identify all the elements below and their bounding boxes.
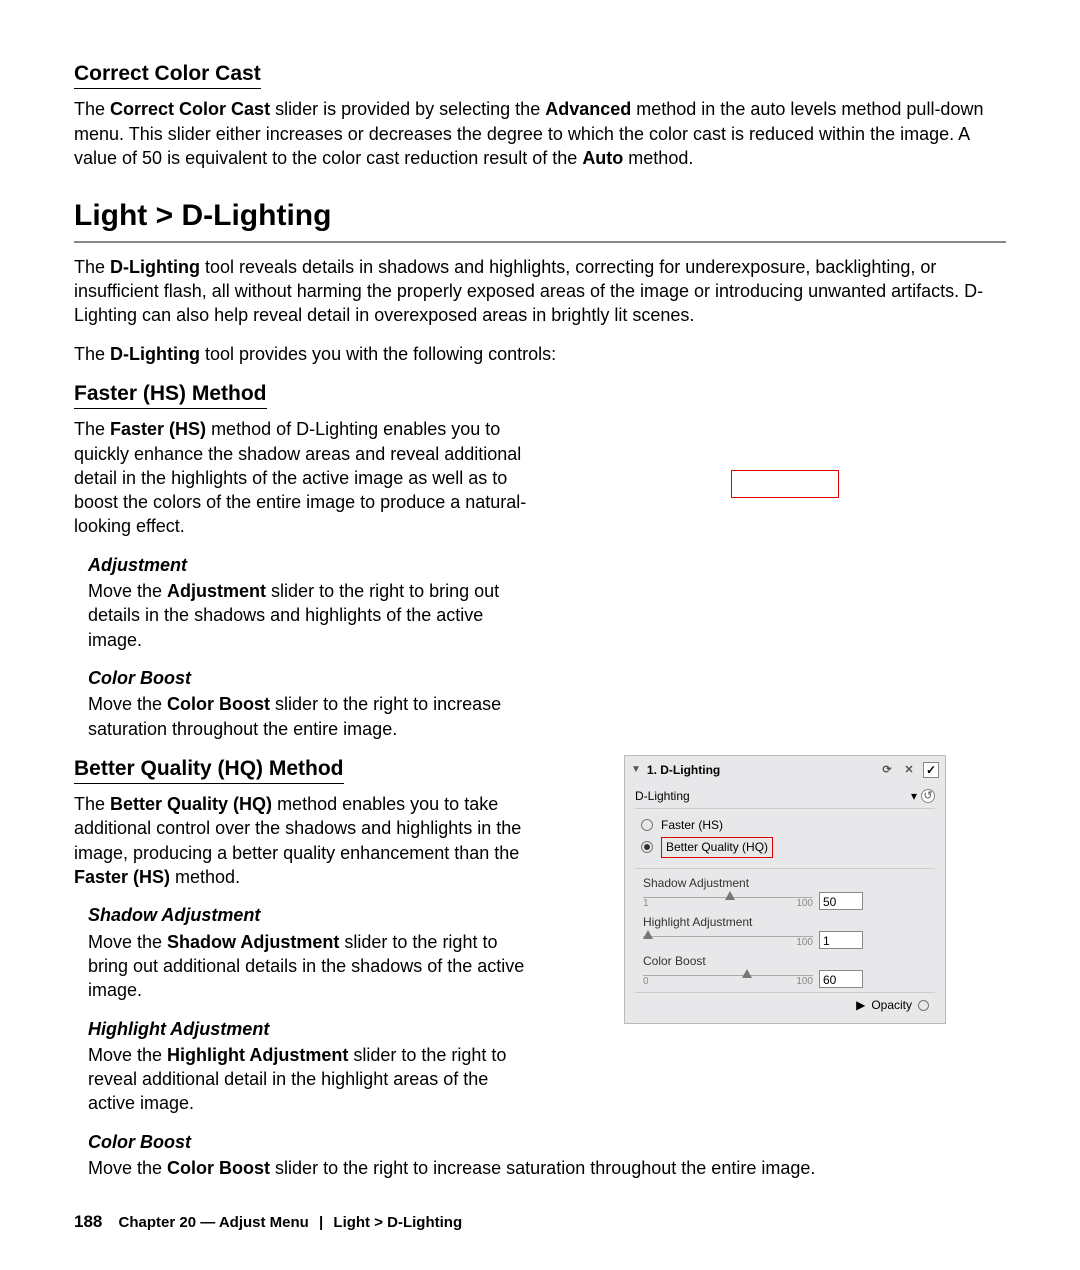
para-dlighting-controls: The D-Lighting tool provides you with th…	[74, 342, 1006, 366]
para-dlighting-intro: The D-Lighting tool reveals details in s…	[74, 255, 1006, 328]
slider-thumb[interactable]	[742, 969, 752, 978]
slider-highlight-adjustment: Highlight Adjustment 100 1	[635, 914, 935, 949]
slider-value-input[interactable]: 50	[819, 892, 863, 910]
page-footer: 188 Chapter 20 — Adjust Menu | Light > D…	[74, 1211, 1006, 1234]
para-faster-hs: The Faster (HS) method of D-Lighting ena…	[74, 417, 534, 538]
slider-value-input[interactable]: 60	[819, 970, 863, 988]
slider-thumb[interactable]	[725, 891, 735, 900]
opacity-radio-icon	[918, 1000, 929, 1011]
reset-dropdown-icon[interactable]: ↺	[921, 789, 935, 803]
collapse-icon[interactable]: ▼	[631, 763, 641, 777]
radio-hq-highlight: Better Quality (HQ)	[661, 837, 773, 857]
divider	[74, 241, 1006, 243]
enable-checkbox[interactable]: ✓	[923, 762, 939, 778]
dropdown-arrow-icon: ▾	[911, 788, 917, 804]
slider-track[interactable]: 0 100	[643, 972, 813, 986]
heading-light-dlighting: Light > D-Lighting	[74, 196, 1006, 237]
heading-correct-color-cast: Correct Color Cast	[74, 60, 261, 89]
heading-highlight-adj: Highlight Adjustment	[88, 1017, 534, 1041]
opacity-toggle[interactable]: ▶ Opacity	[635, 992, 935, 1017]
block-color-boost-2: Color Boost Move the Color Boost slider …	[74, 1130, 1006, 1181]
footer-crumb: Light > D-Lighting	[333, 1214, 462, 1231]
page-number: 188	[74, 1212, 102, 1231]
close-icon[interactable]: ✕	[901, 762, 917, 778]
para-color-boost-2: Move the Color Boost slider to the right…	[88, 1156, 1006, 1180]
heading-color-boost-1: Color Boost	[88, 666, 534, 690]
radio-faster-hs[interactable]: Faster (HS)	[635, 815, 935, 835]
para-color-boost-1: Move the Color Boost slider to the right…	[88, 692, 534, 741]
reset-icon[interactable]: ⟳	[879, 762, 895, 778]
dropdown-dlighting[interactable]: D-Lighting ▾ ↺	[635, 786, 935, 809]
slider-track[interactable]: 100	[643, 933, 813, 947]
dlighting-panel: ▼ 1. D-Lighting ⟳ ✕ ✓ D-Lighting ▾ ↺ Fas…	[624, 755, 946, 1025]
radio-icon	[641, 819, 653, 831]
para-adjustment: Move the Adjustment slider to the right …	[88, 579, 534, 652]
panel-title-text: 1. D-Lighting	[647, 762, 720, 778]
row-better-hq: Better Quality (HQ) Method The Better Qu…	[74, 755, 1006, 1130]
para-shadow-adj: Move the Shadow Adjustment slider to the…	[88, 930, 534, 1003]
radio-better-hq[interactable]: Better Quality (HQ)	[635, 835, 935, 859]
para-highlight-adj: Move the Highlight Adjustment slider to …	[88, 1043, 534, 1116]
slider-thumb[interactable]	[643, 930, 653, 939]
panel-divider	[635, 868, 935, 869]
panel-titlebar[interactable]: ▼ 1. D-Lighting ⟳ ✕ ✓	[625, 756, 945, 782]
slider-track[interactable]: 1 100	[643, 894, 813, 908]
para-better-hq: The Better Quality (HQ) method enables y…	[74, 792, 534, 889]
radio-icon	[641, 841, 653, 853]
callout-box	[731, 470, 839, 498]
heading-faster-hs: Faster (HS) Method	[74, 380, 267, 409]
slider-value-input[interactable]: 1	[819, 931, 863, 949]
expand-icon: ▶	[856, 997, 865, 1013]
row-faster-hs: Faster (HS) Method The Faster (HS) metho…	[74, 380, 1006, 755]
slider-shadow-adjustment: Shadow Adjustment 1 100 50	[635, 875, 935, 910]
section-correct-color-cast: Correct Color Cast The Correct Color Cas…	[74, 60, 1006, 170]
heading-color-boost-2: Color Boost	[88, 1130, 1006, 1154]
heading-shadow-adj: Shadow Adjustment	[88, 903, 534, 927]
heading-better-hq: Better Quality (HQ) Method	[74, 755, 344, 784]
heading-adjustment: Adjustment	[88, 553, 534, 577]
para-correct-color-cast: The Correct Color Cast slider is provide…	[74, 97, 1006, 170]
slider-color-boost: Color Boost 0 100 60	[635, 953, 935, 988]
footer-chapter: Chapter 20 — Adjust Menu	[119, 1214, 309, 1231]
